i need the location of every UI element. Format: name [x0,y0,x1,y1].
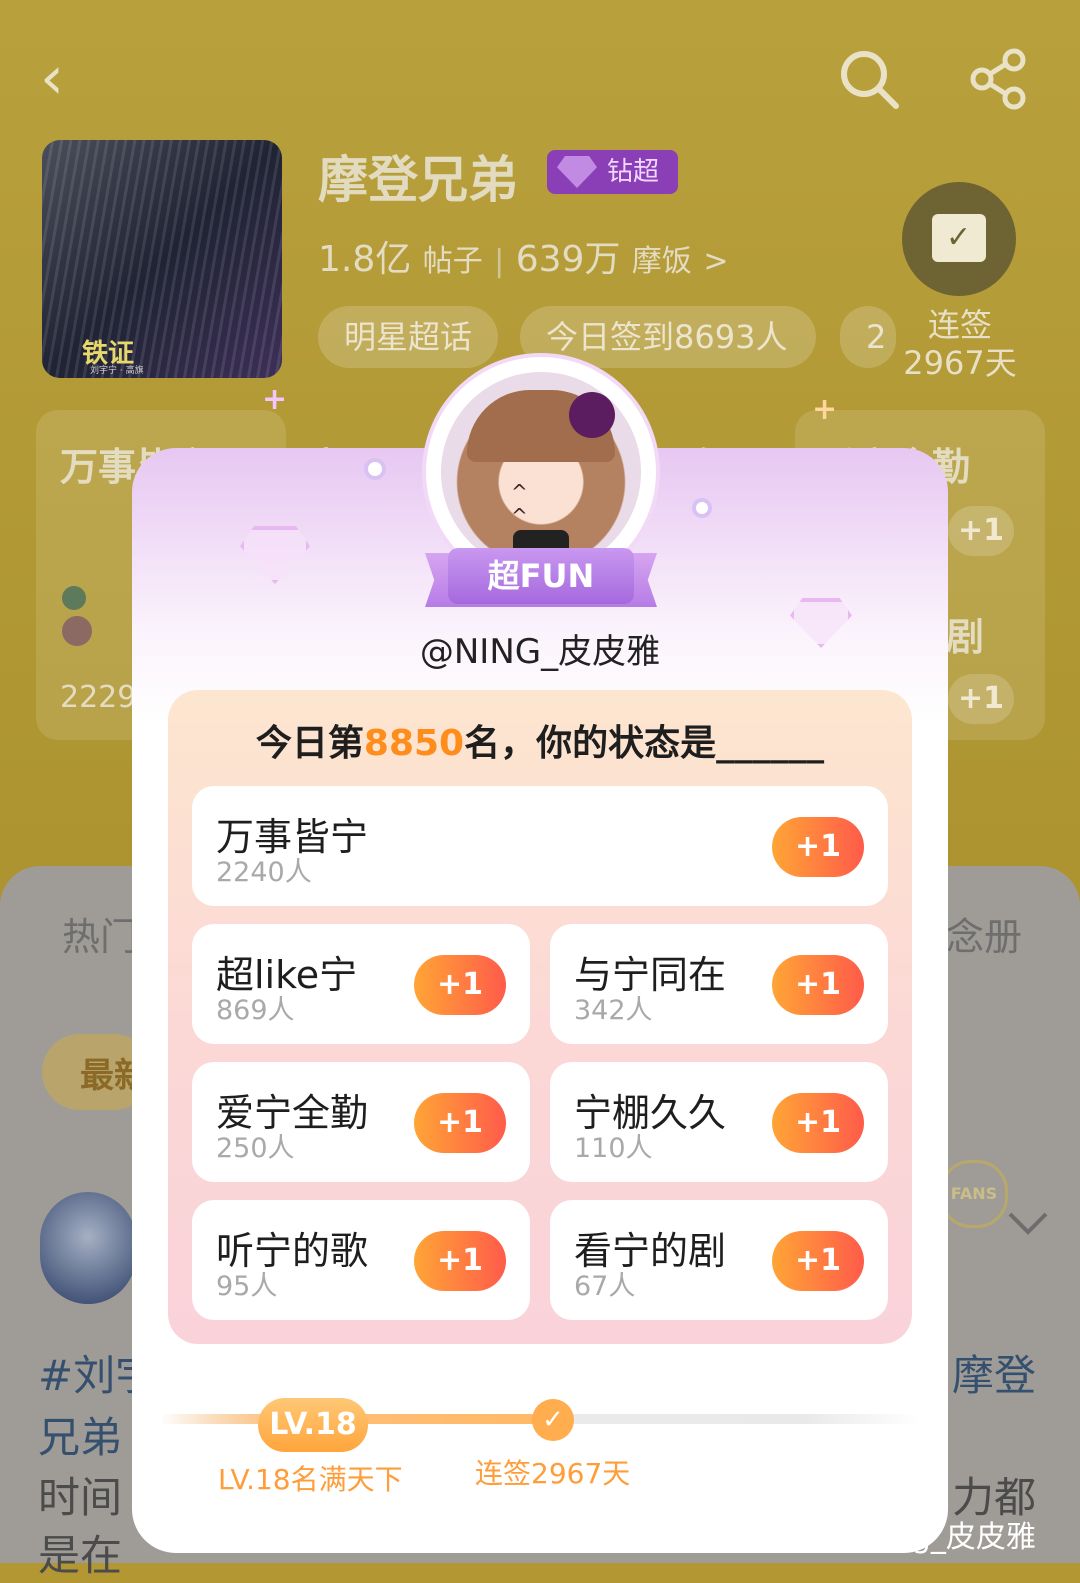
diamond-icon [557,156,597,188]
today-rank: 8850 [363,723,465,764]
level-tag: 超FUN [448,548,634,604]
posts-count: 1.8亿 [318,239,412,280]
plus-one-button[interactable]: +1 [772,817,864,877]
tab-album[interactable]: 念册 [946,906,1022,961]
plus-one-button[interactable]: +1 [772,1231,864,1291]
badge-label: 钻超 [607,157,660,187]
stats-separator: | [494,244,505,279]
status-option[interactable]: 听宁的歌 95人 +1 [192,1200,530,1320]
bg-card-text: 剧 [946,615,985,659]
bg-plus-button: +1 [948,674,1014,724]
status-option[interactable]: 爱宁全勤 250人 +1 [192,1062,530,1182]
diamond-badge: 钻超 [547,150,678,194]
status-option[interactable]: 与宁同在 342人 +1 [550,924,888,1044]
fans-label[interactable]: 摩饭 [632,244,692,279]
calendar-check-icon [932,214,986,262]
bg-avatar-small [62,616,92,646]
option-count: 342人 [574,995,653,1026]
option-count: 2240人 [216,857,312,888]
fans-badge-icon: FANS [940,1160,1008,1228]
cover-subcaption: 刘宇宁 · 高旗 [90,366,144,376]
post-text-line: 是在 [38,1531,123,1580]
chevron-right-icon[interactable]: > [703,244,728,279]
post-author-avatar[interactable] [40,1192,136,1304]
watermark: @Ning_皮皮雅 [832,1520,1036,1555]
supertopic-title: 摩登兄弟 [318,151,518,209]
search-icon[interactable] [836,46,902,112]
status-option[interactable]: 万事皆宁 2240人 +1 [192,786,888,906]
plus-one-button[interactable]: +1 [414,1231,506,1291]
plus-one-button[interactable]: +1 [772,955,864,1015]
level-pill: LV.18 [258,1398,368,1452]
bg-plus-button: +1 [948,506,1014,556]
share-icon[interactable] [966,46,1032,112]
back-arrow-icon[interactable]: ‹ [40,48,64,108]
post-text-line: 摩登 [952,1351,1037,1400]
decor-dot [692,498,712,518]
sparkle-icon: + [262,382,288,417]
check-icon: ✓ [532,1399,574,1441]
bg-card-count: 2229 [60,680,137,715]
plus-one-button[interactable]: +1 [414,1093,506,1153]
signin-streak: 连签 2967天 [900,306,1020,382]
status-option[interactable]: 看宁的剧 67人 +1 [550,1200,888,1320]
chip-more[interactable]: 2 [840,306,896,368]
option-count: 250人 [216,1133,295,1164]
question-prefix: 今日第 [255,723,364,764]
chip-star-topic[interactable]: 明星超话 [318,306,498,368]
chevron-down-icon[interactable] [1006,1208,1050,1238]
posts-label: 帖子 [422,244,483,279]
signin-streak-label: 连签 [927,306,992,344]
option-count: 869人 [216,995,295,1026]
tab-hot[interactable]: 热门 [62,906,138,961]
supertopic-cover-image: 铁证 刘宇宁 · 高旗 [42,140,282,378]
decor-dot [364,458,386,480]
bg-avatar-small [62,586,86,610]
question-suffix: 名，你的状态是______ [464,723,825,764]
level-label: LV.18名满天下 [218,1463,403,1496]
option-count: 95人 [216,1271,278,1302]
fans-count: 639万 [515,239,621,280]
username: @NING_皮皮雅 [419,632,661,672]
status-question: 今日第8850名，你的状态是______ [168,714,912,766]
plus-one-button[interactable]: +1 [772,1093,864,1153]
plus-one-button[interactable]: +1 [414,955,506,1015]
signin-streak-days: 2967天 [903,344,1017,382]
post-text-line: 时间 [38,1473,123,1522]
status-option[interactable]: 宁棚久久 110人 +1 [550,1062,888,1182]
post-text-line: 兄弟 [38,1413,123,1462]
status-option[interactable]: 超like宁 869人 +1 [192,924,530,1044]
option-count: 67人 [574,1271,636,1302]
signin-button[interactable] [902,182,1016,296]
streak-label: 连签2967天 [475,1457,631,1490]
option-count: 110人 [574,1133,653,1164]
supertopic-stats: 1.8亿 帖子 | 639万 摩饭 > [318,230,729,282]
sparkle-icon: + [812,392,838,427]
